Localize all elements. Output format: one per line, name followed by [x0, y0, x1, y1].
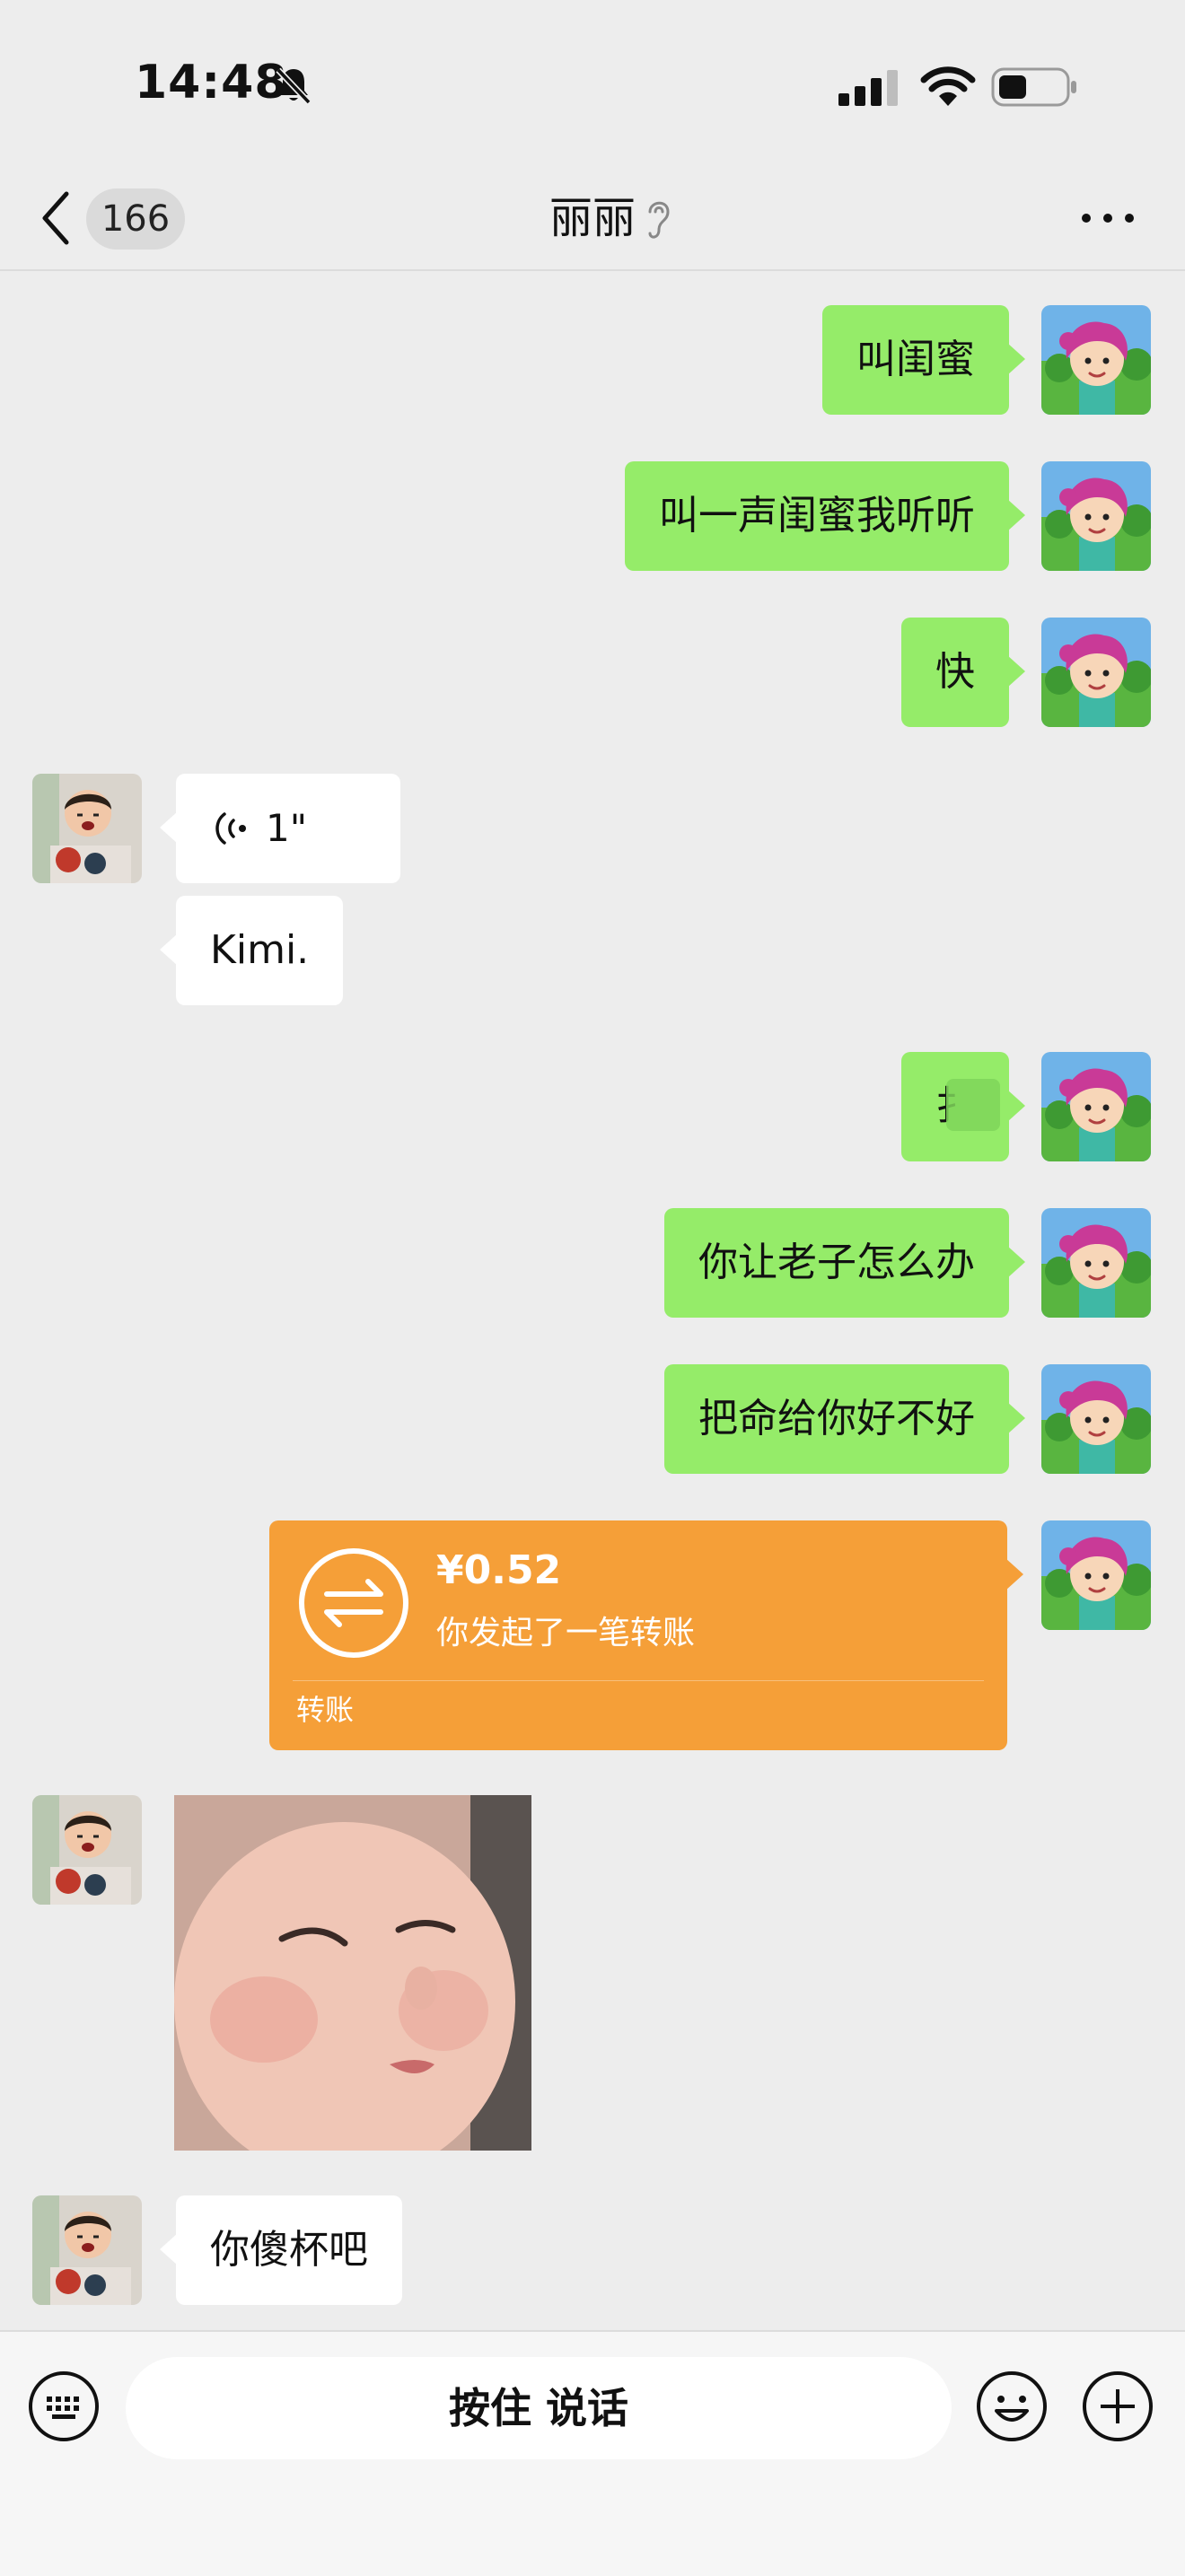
my-avatar[interactable]	[1041, 1208, 1151, 1318]
transfer-card[interactable]: ¥0.52 你发起了一笔转账 转账	[269, 1520, 1023, 1750]
message-bubble-sent[interactable]: 扌	[901, 1052, 1025, 1161]
my-avatar[interactable]	[1041, 461, 1151, 571]
add-more-icon[interactable]	[1081, 2370, 1154, 2443]
censor-mark	[946, 1079, 1000, 1131]
message-text: 叫闺蜜	[856, 337, 975, 382]
voice-duration: 1"	[266, 806, 308, 850]
ear-icon	[648, 201, 670, 239]
transfer-description: 你发起了一笔转账	[436, 1615, 696, 1652]
message-text: 快	[935, 649, 975, 695]
voice-wave-icon	[215, 812, 246, 845]
bell-muted-icon	[276, 67, 312, 105]
hold-to-talk-button[interactable]: 按住 说话	[126, 2357, 952, 2459]
cellular-signal-icon	[838, 70, 898, 106]
voice-message-bubble[interactable]: 1"	[160, 774, 400, 883]
message-text: 叫一声闺蜜我听听	[659, 493, 975, 539]
transfer-label: 转账	[296, 1693, 355, 1727]
my-avatar[interactable]	[1041, 1520, 1151, 1630]
more-options-icon[interactable]	[1079, 205, 1137, 232]
my-avatar[interactable]	[1041, 618, 1151, 727]
message-bubble-sent[interactable]: 叫闺蜜	[822, 305, 1025, 415]
chat-header: 166 丽丽	[0, 171, 1185, 271]
my-avatar[interactable]	[1041, 1364, 1151, 1474]
contact-avatar[interactable]	[32, 1795, 142, 1905]
wifi-icon	[920, 66, 976, 106]
battery-icon	[991, 67, 1076, 107]
message-text: 你让老子怎么办	[698, 1240, 975, 1285]
my-avatar[interactable]	[1041, 1052, 1151, 1161]
message-bubble-received[interactable]: Kimi.	[159, 896, 344, 1005]
image-message[interactable]	[174, 1795, 531, 2151]
message-bubble-sent[interactable]: 快	[901, 618, 1025, 727]
contact-avatar[interactable]	[32, 2195, 142, 2305]
transfer-divider	[293, 1680, 984, 1681]
message-text: 把命给你好不好	[698, 1396, 975, 1441]
status-time: 14:48	[135, 56, 288, 110]
emoji-icon[interactable]	[975, 2370, 1049, 2443]
keyboard-icon[interactable]	[27, 2370, 101, 2443]
message-bubble-sent[interactable]: 把命给你好不好	[664, 1364, 1025, 1474]
message-bubble-sent[interactable]: 你让老子怎么办	[664, 1208, 1025, 1318]
unread-count-badge[interactable]: 166	[86, 188, 185, 250]
back-chevron-icon[interactable]	[38, 187, 74, 250]
message-bubble-received[interactable]: 你傻杯吧	[160, 2195, 402, 2305]
input-bar: 按住 说话	[0, 2330, 1185, 2576]
message-text: 你傻杯吧	[210, 2227, 368, 2273]
transfer-amount: ¥0.52	[436, 1547, 562, 1593]
transfer-arrows-icon	[299, 1548, 408, 1658]
my-avatar[interactable]	[1041, 305, 1151, 415]
message-text: Kimi.	[210, 927, 310, 973]
status-bar: 14:48	[0, 0, 1185, 171]
message-bubble-sent[interactable]: 叫一声闺蜜我听听	[625, 461, 1025, 571]
contact-avatar[interactable]	[32, 774, 142, 883]
